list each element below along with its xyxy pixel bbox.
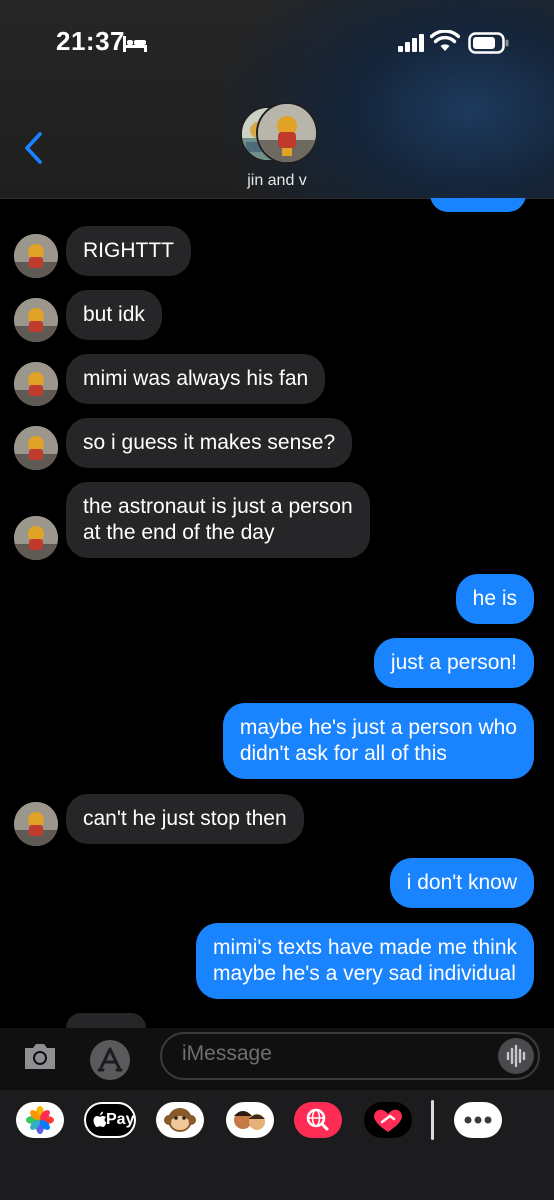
monkey-icon <box>164 1108 196 1132</box>
contact-name[interactable]: jin and v <box>0 172 554 190</box>
message-line: maybe he's just a person who <box>239 716 517 739</box>
photos-app-button[interactable] <box>16 1102 64 1138</box>
message-bubble-incoming[interactable]: can't he just stop then <box>66 794 304 844</box>
battery-icon <box>468 32 509 54</box>
conversation-header: 21:37 jin and v <box>0 0 554 199</box>
message-line: didn't ask for all of this <box>239 742 447 765</box>
memoji-app-button[interactable] <box>226 1102 274 1138</box>
sender-avatar[interactable] <box>14 426 58 470</box>
avatar <box>256 102 318 164</box>
message-bubble-outgoing[interactable]: he is <box>455 574 534 624</box>
sender-avatar[interactable] <box>14 362 58 406</box>
photos-icon <box>26 1106 54 1134</box>
voice-message-button[interactable] <box>498 1038 534 1074</box>
memoji-icon <box>234 1111 265 1130</box>
message-line: the astronaut is just a person <box>83 495 353 518</box>
message-bubble-incoming[interactable]: mimi was always his fan <box>66 354 326 404</box>
audio-waveform-icon <box>506 1044 526 1068</box>
message-bubble-outgoing <box>430 198 526 212</box>
message-bubble-outgoing[interactable]: just a person! <box>373 638 534 688</box>
app-store-icon <box>97 1047 123 1072</box>
apple-logo-icon <box>93 1111 107 1127</box>
sender-avatar[interactable] <box>14 802 58 846</box>
apple-pay-app-button[interactable]: Pay <box>84 1102 136 1138</box>
apple-pay-label: Pay <box>106 1111 135 1128</box>
camera-icon[interactable] <box>22 1040 58 1072</box>
message-bubble-incoming <box>66 1013 146 1028</box>
more-apps-button[interactable] <box>454 1102 502 1138</box>
message-input-placeholder: iMessage <box>182 1042 272 1065</box>
message-bubble-incoming[interactable]: the astronaut is just a person at the en… <box>66 482 370 558</box>
animoji-app-button[interactable] <box>156 1102 204 1138</box>
app-drawer: Pay <box>0 1090 554 1200</box>
message-bubble-incoming[interactable]: so i guess it makes sense? <box>66 418 353 468</box>
sender-avatar[interactable] <box>14 298 58 342</box>
status-time: 21:37 <box>56 26 125 56</box>
app-store-button[interactable] <box>90 1040 130 1080</box>
globe-search-icon <box>306 1108 329 1131</box>
wifi-icon <box>430 30 460 51</box>
cellular-signal-icon <box>398 34 424 52</box>
group-avatar[interactable] <box>240 102 318 164</box>
compose-bar: iMessage <box>0 1028 554 1090</box>
digital-touch-app-button[interactable] <box>364 1102 412 1138</box>
image-search-app-button[interactable] <box>294 1102 342 1138</box>
sender-avatar[interactable] <box>14 516 58 560</box>
heart-icon <box>374 1109 402 1132</box>
message-bubble-incoming[interactable]: RIGHTTT <box>66 226 191 276</box>
back-chevron-icon[interactable] <box>22 130 44 166</box>
message-line: maybe he's a very sad individual <box>213 962 516 985</box>
message-bubble-outgoing[interactable]: maybe he's just a person who didn't ask … <box>222 703 534 779</box>
sender-avatar[interactable] <box>14 234 58 278</box>
drawer-divider <box>431 1100 434 1140</box>
sleep-focus-icon <box>123 36 147 52</box>
more-icon <box>464 1116 492 1124</box>
message-line: mimi's texts have made me think <box>213 936 517 959</box>
message-bubble-outgoing[interactable]: mimi's texts have made me think maybe he… <box>196 923 534 999</box>
message-list[interactable]: RIGHTTT but idk mimi was always his fan … <box>0 198 554 1028</box>
message-bubble-incoming[interactable]: but idk <box>66 290 162 340</box>
message-bubble-outgoing[interactable]: i don't know <box>389 858 534 908</box>
message-line: at the end of the day <box>83 521 275 544</box>
